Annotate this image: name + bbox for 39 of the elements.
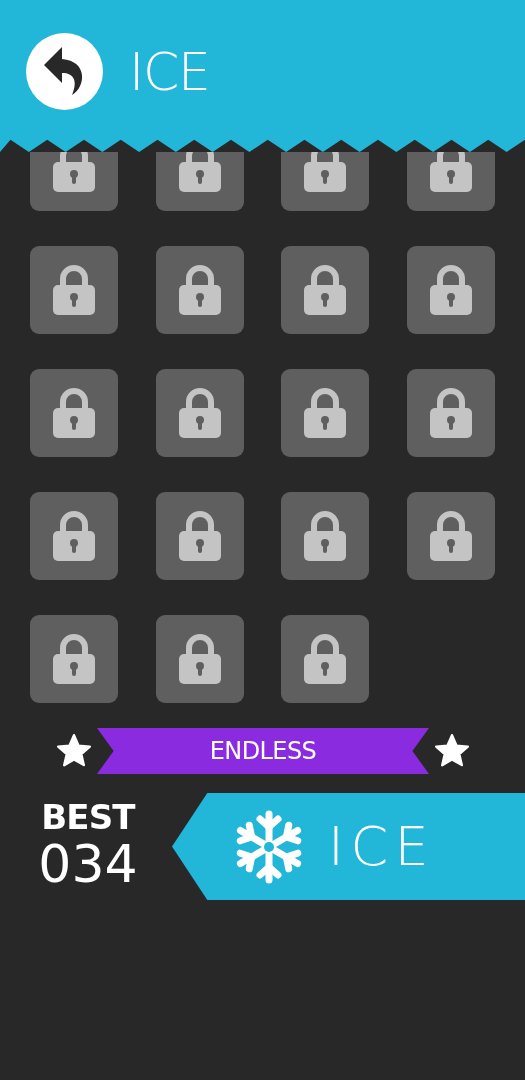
lock-icon — [53, 634, 95, 684]
mode-banner[interactable]: ICE — [172, 793, 525, 900]
level-tile[interactable] — [155, 615, 244, 703]
level-tile[interactable] — [281, 369, 369, 457]
level-tile[interactable] — [30, 246, 118, 334]
lock-icon — [304, 511, 346, 561]
endless-ribbon: ENDLESS — [97, 728, 429, 774]
lock-icon — [53, 388, 95, 438]
lock-icon — [304, 388, 346, 438]
lock-icon — [304, 634, 346, 684]
lock-icon — [178, 265, 221, 315]
level-tile[interactable] — [281, 615, 369, 703]
lock-icon — [53, 265, 95, 315]
lock-icon — [304, 265, 346, 315]
level-tile[interactable] — [30, 615, 118, 703]
best-score: 034 — [38, 838, 138, 890]
lock-icon — [178, 152, 221, 192]
level-tile[interactable] — [155, 492, 244, 580]
lock-icon — [178, 634, 221, 684]
level-tile[interactable] — [30, 369, 118, 457]
lock-icon — [178, 511, 221, 561]
lock-icon — [429, 511, 472, 561]
best-label: BEST — [41, 800, 135, 834]
level-tile[interactable] — [406, 369, 495, 457]
level-tile[interactable] — [406, 246, 495, 334]
screen-title: ICE — [129, 45, 210, 98]
lock-icon — [429, 152, 472, 192]
lock-icon — [429, 265, 472, 315]
lock-icon — [178, 388, 221, 438]
level-tile[interactable] — [30, 492, 118, 580]
level-tile[interactable] — [281, 492, 369, 580]
level-tile[interactable] — [406, 492, 495, 580]
lock-icon — [53, 152, 95, 192]
level-tile[interactable] — [281, 246, 369, 334]
lock-icon — [429, 388, 472, 438]
level-tile[interactable] — [155, 369, 244, 457]
level-tile[interactable] — [155, 246, 244, 334]
lock-icon — [53, 511, 95, 561]
lock-icon — [304, 152, 346, 192]
